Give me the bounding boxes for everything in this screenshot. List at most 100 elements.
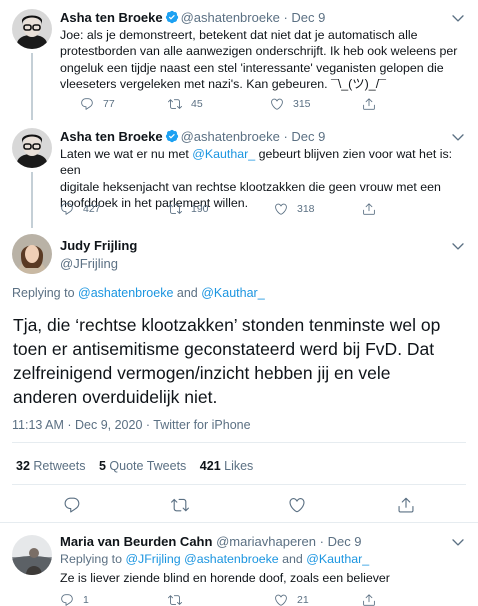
display-name[interactable]: Maria van Beurden Cahn — [60, 534, 212, 549]
like-button[interactable]: 318 — [274, 202, 315, 216]
avatar-judy[interactable] — [12, 234, 52, 274]
handle[interactable]: @ashatenbroeke — [181, 129, 280, 144]
like-button[interactable]: 315 — [270, 97, 311, 111]
tweet-timestamp: 11:13 AM · Dec 9, 2020 · Twitter for iPh… — [12, 418, 251, 432]
replying-to: Replying to @ashatenbroeke and @Kauthar_ — [12, 286, 265, 300]
retweet-icon — [168, 593, 182, 606]
replying-to: Replying to @JFrijling @ashatenbroeke an… — [60, 552, 369, 566]
more-options-icon[interactable] — [450, 10, 466, 26]
retweets-label: Retweets — [29, 459, 86, 473]
separator: · — [319, 534, 324, 549]
like-count: 315 — [293, 98, 311, 110]
display-name[interactable]: Judy Frijling — [60, 238, 137, 254]
tweet-text: Joe: als je demonstreert, betekent dat n… — [60, 27, 474, 92]
reply-button[interactable]: 77 — [80, 97, 115, 111]
timestamp-link[interactable]: 11:13 AM · Dec 9, 2020 · — [12, 418, 153, 432]
tweet-header: Asha ten Broeke @ashatenbroeke · Dec 9 — [60, 10, 325, 26]
engagement-stats: 32 Retweets 5 Quote Tweets 421 Likes — [16, 459, 253, 473]
separator: · — [283, 129, 288, 144]
tweet-header: Asha ten Broeke @ashatenbroeke · Dec 9 — [60, 129, 325, 145]
reply-icon — [60, 202, 74, 216]
share-button[interactable] — [362, 97, 376, 111]
quotes-label: Quote Tweets — [105, 459, 187, 473]
retweet-button[interactable]: 45 — [168, 97, 203, 111]
replying-label: Replying to — [12, 286, 79, 300]
tweet-header: Maria van Beurden Cahn @mariavhaperen · … — [60, 534, 362, 550]
separator: · — [283, 10, 288, 25]
tweet-text-line: ongeluk een tijdje naast een stel 'inter… — [60, 60, 444, 75]
likes-count: 421 — [199, 459, 221, 473]
more-options-icon[interactable] — [450, 129, 466, 145]
share-button[interactable] — [362, 593, 376, 606]
divider — [12, 442, 466, 443]
thread-connector — [31, 53, 33, 120]
quote-tweets-stat[interactable]: 5 Quote Tweets — [99, 459, 186, 473]
retweet-count: 45 — [191, 98, 203, 110]
reply-tweet[interactable]: Maria van Beurden Cahn @mariavhaperen · … — [0, 523, 478, 606]
share-icon — [362, 593, 376, 606]
like-count: 21 — [297, 594, 309, 606]
mention-link[interactable]: @Kauthar_ — [201, 286, 264, 300]
display-name[interactable]: Asha ten Broeke — [60, 129, 163, 144]
source-label: Twitter for iPhone — [153, 418, 251, 432]
retweet-button[interactable] — [168, 593, 191, 606]
mention-link[interactable]: @Kauthar_ — [306, 552, 369, 566]
tweet-text: Tja, die ‘rechtse klootzakken’ stonden t… — [13, 313, 473, 409]
avatar-maria[interactable] — [12, 535, 52, 575]
reply-icon[interactable] — [63, 496, 81, 514]
tweet-text-line: toen er antisemitisme geconstateerd werd… — [13, 339, 435, 359]
tweet-text-line: anderen overduidelijk niet. — [13, 387, 218, 407]
reply-button[interactable]: 1 — [60, 593, 89, 606]
retweet-button[interactable]: 190 — [168, 202, 209, 216]
tweet-text-line: protestborden van alle aanwezigen onders… — [60, 44, 458, 59]
tweet-date[interactable]: Dec 9 — [328, 534, 362, 549]
divider — [12, 484, 466, 485]
reply-button[interactable]: 427 — [60, 202, 101, 216]
thread-tweet-2[interactable]: Asha ten Broeke @ashatenbroeke · Dec 9 La… — [0, 120, 478, 228]
more-options-icon[interactable] — [450, 238, 466, 254]
tweet-actions: 77 45 315 — [60, 97, 460, 113]
likes-stat[interactable]: 421 Likes — [200, 459, 254, 473]
handle[interactable]: @JFrijling — [60, 256, 137, 272]
mention-link[interactable]: @ashatenbroeke — [78, 286, 173, 300]
replying-and: and — [173, 286, 202, 300]
retweets-count: 32 — [16, 459, 30, 473]
mention-link[interactable]: @JFrijling @ashatenbroeke — [125, 552, 278, 566]
focused-tweet: Judy Frijling @JFrijling Replying to @as… — [0, 228, 478, 520]
more-options-icon[interactable] — [450, 534, 466, 550]
handle[interactable]: @mariavhaperen — [216, 534, 316, 549]
tweet-date[interactable]: Dec 9 — [291, 10, 325, 25]
handle[interactable]: @ashatenbroeke — [181, 10, 280, 25]
tweet-text-line: Joe: als je demonstreert, betekent dat n… — [60, 28, 418, 42]
retweet-icon[interactable] — [171, 496, 189, 514]
likes-label: Likes — [220, 459, 254, 473]
thread-tweet-1[interactable]: Asha ten Broeke @ashatenbroeke · Dec 9 Jo… — [0, 0, 478, 120]
like-button[interactable]: 21 — [274, 593, 309, 606]
tweet-text-line: digitale heksenjacht van rechtse klootza… — [60, 179, 441, 194]
heart-icon — [274, 202, 288, 216]
verified-icon — [165, 10, 179, 24]
share-icon[interactable] — [397, 496, 415, 514]
thread-connector — [31, 172, 33, 228]
tweet-actions: 427 190 318 — [60, 202, 460, 218]
avatar-asha[interactable] — [12, 128, 52, 168]
share-button[interactable] — [362, 202, 376, 216]
share-icon — [362, 97, 376, 111]
reply-count: 1 — [83, 594, 89, 606]
tweet-date[interactable]: Dec 9 — [291, 129, 325, 144]
avatar-asha[interactable] — [12, 9, 52, 49]
tweet-actions: 1 21 — [60, 593, 460, 606]
tweet-text-line: Tja, die ‘rechtse klootzakken’ stonden t… — [13, 315, 441, 335]
display-name[interactable]: Asha ten Broeke — [60, 10, 163, 25]
like-count: 318 — [297, 203, 315, 215]
tweet-text-line: Laten we wat er nu met @Kauthar_ gebeurt… — [60, 146, 474, 179]
tweet-text-line: zelfreinigend vermogen/inzicht hebben ji… — [13, 363, 391, 383]
heart-icon — [270, 97, 284, 111]
heart-icon[interactable] — [288, 496, 306, 514]
retweets-stat[interactable]: 32 Retweets — [16, 459, 86, 473]
mention-link[interactable]: @Kauthar_ — [192, 147, 255, 161]
reply-icon — [60, 593, 74, 606]
retweet-icon — [168, 97, 182, 111]
reply-count: 427 — [83, 203, 101, 215]
quotes-count: 5 — [98, 459, 106, 473]
